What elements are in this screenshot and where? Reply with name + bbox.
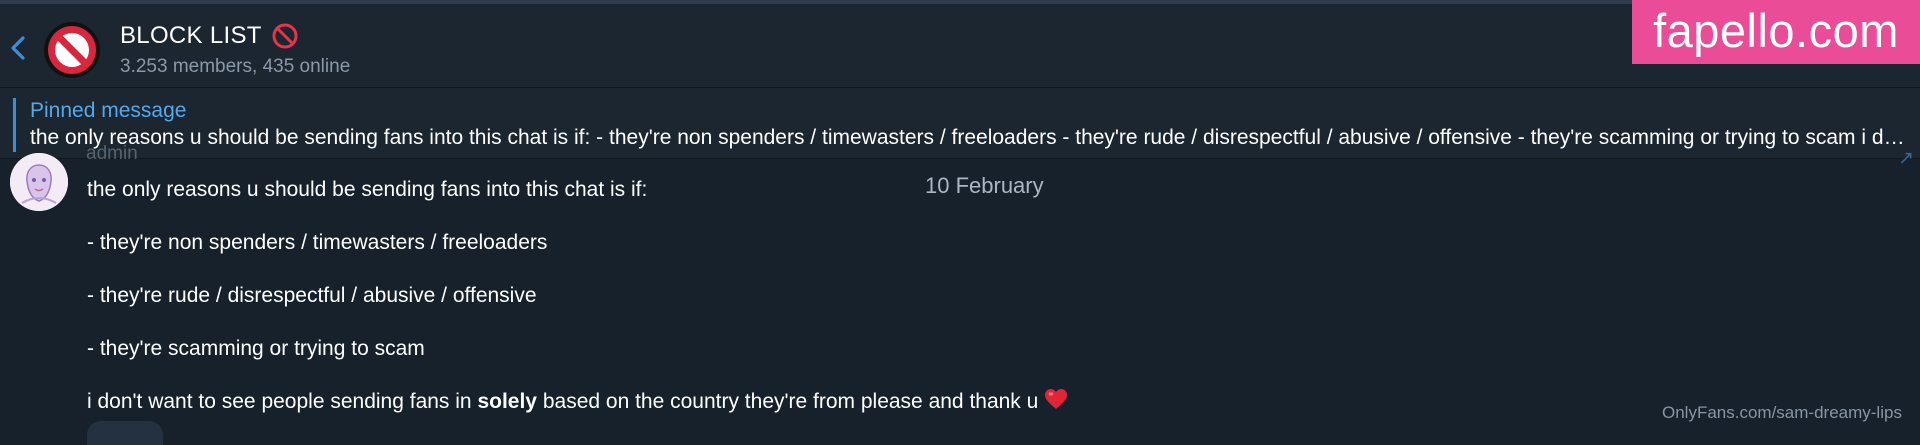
pinned-text: the only reasons u should be sending fan… bbox=[30, 126, 1908, 149]
no-entry-avatar-icon[interactable] bbox=[42, 20, 102, 80]
reaction-pill[interactable] bbox=[87, 421, 163, 445]
sender-role-badge: admin bbox=[86, 143, 138, 164]
back-arrow-icon[interactable] bbox=[8, 34, 28, 62]
message-line: - they're scamming or trying to scam bbox=[87, 337, 425, 360]
chat-title: BLOCK LIST bbox=[120, 22, 262, 49]
pinned-label: Pinned message bbox=[30, 99, 187, 122]
pinned-message-banner[interactable]: Pinned message the only reasons u should… bbox=[0, 88, 1920, 159]
chat-message-area: admin ↗ 10 February the only reasons u s… bbox=[0, 143, 1920, 445]
side-arrow-icon: ↗ bbox=[1898, 148, 1914, 169]
pinned-accent-bar bbox=[13, 98, 16, 152]
red-heart-icon bbox=[1045, 389, 1068, 409]
message-body: the only reasons u should be sending fan… bbox=[87, 176, 1587, 441]
message-last-line: i don't want to see people sending fans … bbox=[87, 388, 1587, 416]
watermark-bottom: OnlyFans.com/sam-dreamy-lips bbox=[1662, 403, 1902, 422]
sender-row: admin bbox=[86, 143, 138, 165]
watermark-top: fapello.com bbox=[1632, 0, 1920, 64]
message-bold-word: solely bbox=[477, 390, 537, 413]
message-text-before: i don't want to see people sending fans … bbox=[87, 390, 478, 413]
no-entry-sign-icon bbox=[272, 23, 298, 49]
sender-avatar-art bbox=[10, 153, 68, 211]
message-line: - they're rude / disrespectful / abusive… bbox=[87, 284, 537, 307]
message-line: - they're non spenders / timewasters / f… bbox=[87, 231, 548, 254]
sender-avatar[interactable] bbox=[10, 153, 68, 211]
message-line: the only reasons u should be sending fan… bbox=[87, 178, 648, 201]
chat-member-count: 3.253 members, 435 online bbox=[120, 56, 351, 77]
message-text-after: based on the country they're from please… bbox=[537, 390, 1039, 413]
chat-title-row[interactable]: BLOCK LIST bbox=[120, 22, 298, 50]
